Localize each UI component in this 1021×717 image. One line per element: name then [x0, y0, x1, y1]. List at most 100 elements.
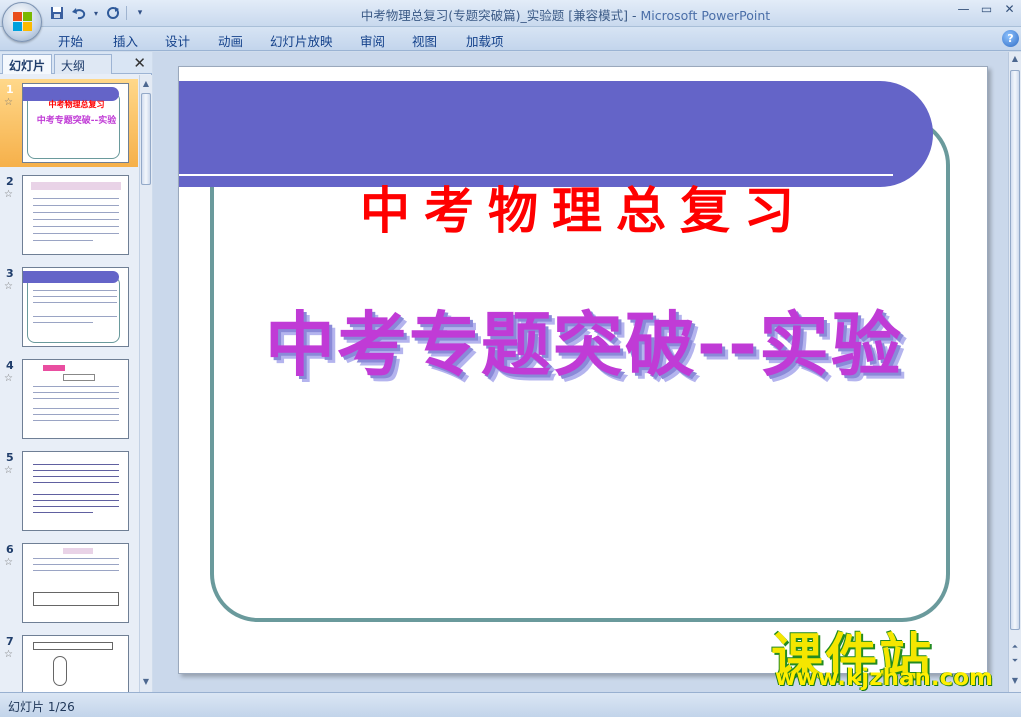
animation-star-icon: ☆: [4, 465, 13, 476]
thumb-line: [33, 386, 119, 387]
customize-icon[interactable]: ▾: [131, 4, 149, 22]
thumb-line: [33, 500, 119, 501]
thumb-banner: [23, 271, 119, 283]
thumb-line: [33, 476, 119, 477]
thumbnail-preview: [22, 359, 129, 439]
thumbnail-5[interactable]: 5 ☆: [0, 447, 138, 535]
thumb-line: [33, 226, 119, 227]
thumb-line: [33, 464, 119, 465]
thumb-line: [33, 290, 117, 291]
slide-indicator: 幻灯片 1/26: [8, 700, 75, 714]
slide-subtitle[interactable]: 中考专题突破--实验: [179, 289, 987, 390]
thumb-line: [33, 233, 119, 234]
slide-title[interactable]: 中考物理总复习: [179, 171, 987, 243]
redo-icon[interactable]: [104, 4, 122, 22]
thumbnail-scrollbar[interactable]: ▲ ▼: [139, 75, 152, 692]
thumb-box: [63, 374, 95, 381]
animation-star-icon: ☆: [4, 189, 13, 200]
ribbon-tabs: 开始 插入 设计 动画 幻灯片放映 审阅 视图 加载项 ?: [0, 27, 1021, 51]
undo-dropdown-icon[interactable]: ▾: [92, 4, 100, 22]
animation-star-icon: ☆: [4, 649, 13, 660]
tab-slides[interactable]: 幻灯片: [2, 54, 53, 74]
maximize-icon[interactable]: ▭: [975, 0, 998, 20]
qat-separator: [126, 6, 127, 20]
minimize-icon[interactable]: —: [952, 0, 975, 20]
window-title: 中考物理总复习(专题突破篇)_实验题 [兼容模式] - Microsoft Po…: [360, 8, 771, 23]
quick-access-toolbar: ▾ ▾: [48, 3, 149, 23]
scroll-down-icon[interactable]: ▼: [140, 675, 152, 689]
thumbnail-1[interactable]: 1 ☆ 中考物理总复习 中考专题突破--实验: [0, 79, 138, 167]
thumb-line: [33, 316, 117, 317]
help-icon[interactable]: ?: [1002, 30, 1019, 47]
tab-animations[interactable]: 动画: [218, 31, 243, 50]
tab-insert[interactable]: 插入: [113, 31, 138, 50]
thumbnail-list: 1 ☆ 中考物理总复习 中考专题突破--实验 2 ☆ 3 ☆ 4 ☆ 5 ☆ 6…: [0, 75, 138, 692]
thumbnail-preview: [22, 635, 129, 692]
thumb-line: [33, 420, 119, 421]
tab-view[interactable]: 视图: [412, 31, 437, 50]
thumb-line: [33, 558, 119, 559]
thumb-figure: [53, 656, 67, 686]
slides-pane: 幻灯片 大纲 ✕ 1 ☆ 中考物理总复习 中考专题突破--实验 2 ☆ 3 ☆ …: [0, 52, 152, 692]
thumb-box: [33, 642, 113, 650]
tab-addins[interactable]: 加载项: [466, 31, 504, 50]
office-logo-icon: [13, 12, 33, 32]
previous-slide-icon[interactable]: ⏶: [1009, 642, 1021, 652]
pane-tabs: 幻灯片 大纲 ✕: [0, 52, 152, 74]
thumbnail-2[interactable]: 2 ☆: [0, 171, 138, 259]
thumb-line: [33, 494, 119, 495]
window-controls: — ▭ ✕: [952, 0, 1021, 20]
thumb-line: [33, 322, 93, 323]
scroll-down-icon[interactable]: ▼: [1009, 676, 1021, 685]
thumbnail-3[interactable]: 3 ☆: [0, 263, 138, 351]
thumb-header: [43, 365, 65, 371]
tab-review[interactable]: 审阅: [360, 31, 385, 50]
thumb-line: [33, 482, 119, 483]
thumb-line: [33, 408, 119, 409]
undo-icon[interactable]: [70, 4, 88, 22]
thumb-line: [33, 506, 119, 507]
thumbnail-preview: [22, 543, 129, 623]
thumb-line: [33, 392, 119, 393]
thumb-line: [33, 398, 119, 399]
thumb-figure: [33, 592, 119, 606]
thumbnail-6[interactable]: 6 ☆: [0, 539, 138, 627]
pane-close-icon[interactable]: ✕: [133, 54, 146, 72]
thumb-line: [33, 302, 117, 303]
thumbnail-preview: 中考物理总复习 中考专题突破--实验: [22, 83, 129, 163]
animation-star-icon: ☆: [4, 97, 13, 108]
thumbnail-preview: [22, 175, 129, 255]
scroll-thumb[interactable]: [1010, 70, 1020, 630]
thumbnail-4[interactable]: 4 ☆: [0, 355, 138, 443]
thumbnail-preview: [22, 267, 129, 347]
document-title: 中考物理总复习(专题突破篇)_实验题 [兼容模式]: [360, 8, 629, 23]
office-button[interactable]: [2, 2, 42, 42]
thumb-line: [33, 240, 93, 241]
thumb-line: [33, 219, 119, 220]
thumb-line: [33, 198, 119, 199]
thumb-line: [33, 512, 93, 513]
close-icon[interactable]: ✕: [998, 0, 1021, 20]
title-bar: ▾ ▾ 中考物理总复习(专题突破篇)_实验题 [兼容模式] - Microsof…: [0, 0, 1021, 27]
scroll-up-icon[interactable]: ▲: [140, 77, 152, 91]
slide-scrollbar[interactable]: ▲ ⏶ ⏷ ▼: [1008, 52, 1021, 692]
thumbnail-7[interactable]: 7 ☆: [0, 631, 138, 692]
tab-outline[interactable]: 大纲: [54, 54, 112, 74]
thumb-line: [33, 296, 117, 297]
next-slide-icon[interactable]: ⏷: [1009, 656, 1021, 666]
tab-design[interactable]: 设计: [165, 31, 190, 50]
thumb-line: [33, 212, 119, 213]
tab-slideshow[interactable]: 幻灯片放映: [270, 31, 333, 50]
scroll-thumb[interactable]: [141, 93, 151, 185]
thumb-line: [33, 205, 119, 206]
animation-star-icon: ☆: [4, 373, 13, 384]
status-bar: 幻灯片 1/26: [0, 692, 1021, 717]
current-slide[interactable]: 中考物理总复习 中考专题突破--实验: [178, 66, 988, 674]
thumb-header: [31, 182, 121, 190]
animation-star-icon: ☆: [4, 557, 13, 568]
tab-home[interactable]: 开始: [58, 31, 83, 50]
thumb-line: [33, 564, 119, 565]
scroll-up-icon[interactable]: ▲: [1009, 54, 1021, 63]
thumbnail-preview: [22, 451, 129, 531]
save-icon[interactable]: [48, 4, 66, 22]
